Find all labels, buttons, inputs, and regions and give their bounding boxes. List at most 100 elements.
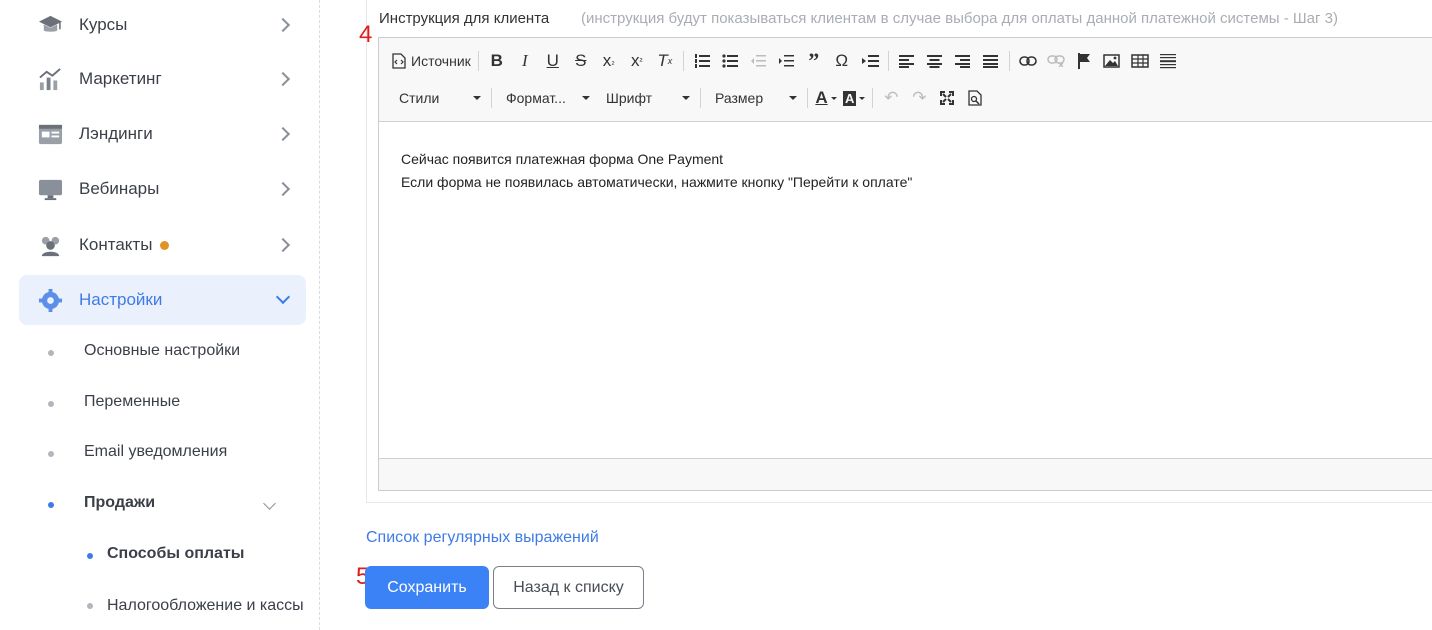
graduation-cap-icon — [38, 15, 63, 32]
toolbar-separator — [477, 51, 479, 71]
format-dropdown[interactable]: Формат... — [496, 85, 596, 111]
link-icon[interactable] — [1014, 48, 1042, 74]
chevron-right-icon — [275, 71, 291, 87]
sidebar-item-marketing[interactable]: Маркетинг — [19, 54, 306, 104]
sidebar-subitem-label: Налогообложение и кассы — [107, 597, 304, 614]
source-label: Источник — [411, 53, 471, 69]
remove-format-icon[interactable]: Tx — [651, 48, 679, 74]
format-label: Формат... — [506, 90, 566, 106]
superscript-icon[interactable]: x² — [623, 48, 651, 74]
sidebar-item-settings[interactable]: Настройки — [19, 275, 306, 325]
sidebar-item-label: Лэндинги — [79, 124, 153, 143]
sidebar-item-landings[interactable]: Лэндинги — [19, 109, 306, 159]
sidebar-subitem-sales[interactable]: Продажи — [0, 485, 320, 525]
table-icon[interactable] — [1126, 48, 1154, 74]
align-right-icon[interactable] — [949, 48, 977, 74]
users-icon — [41, 236, 60, 257]
chevron-right-icon — [275, 237, 291, 253]
save-button[interactable]: Сохранить — [365, 566, 489, 609]
redo-icon[interactable]: ↷ — [905, 85, 933, 111]
gear-icon — [38, 288, 63, 313]
bar-chart-icon — [39, 68, 61, 91]
back-to-list-button[interactable]: Назад к списку — [493, 566, 644, 609]
sidebar-subitem-label: Основные настройки — [84, 342, 241, 359]
sidebar-subitem-email[interactable]: Email уведомления — [0, 434, 320, 474]
align-center-icon[interactable] — [921, 48, 949, 74]
outdent-icon[interactable] — [744, 48, 772, 74]
numbered-list-icon[interactable] — [688, 48, 716, 74]
styles-dropdown[interactable]: Стили — [389, 85, 487, 111]
align-justify-icon[interactable] — [977, 48, 1005, 74]
italic-icon[interactable]: I — [511, 48, 539, 74]
editor-toolbar: Источник B I U S x₂ x² Tx ” Ω Стили Форм… — [379, 38, 1432, 122]
source-button[interactable]: Источник — [389, 48, 474, 74]
image-icon[interactable] — [1098, 48, 1126, 74]
bullet-icon — [48, 401, 54, 407]
unlink-icon[interactable] — [1042, 48, 1070, 74]
underline-icon[interactable]: U — [539, 48, 567, 74]
bullet-icon — [87, 603, 93, 609]
field-title: Инструкция для клиента — [379, 10, 550, 27]
sidebar-subitem-general[interactable]: Основные настройки — [0, 333, 320, 373]
sidebar-item-label: Курсы — [79, 15, 128, 34]
sidebar-subitem-label: Переменные — [84, 393, 181, 410]
indent-icon[interactable] — [772, 48, 800, 74]
font-label: Шрифт — [606, 90, 653, 106]
sidebar-subitem-payment-methods[interactable]: Способы оплаты — [0, 536, 320, 576]
preview-icon[interactable] — [961, 85, 989, 111]
annotation-step-4: 4 — [359, 21, 373, 48]
font-dropdown[interactable]: Шрифт — [596, 85, 696, 111]
field-hint: (инструкция будут показываться клиентам … — [581, 10, 1338, 27]
rich-text-editor[interactable]: Источник B I U S x₂ x² Tx ” Ω Стили Форм… — [378, 37, 1432, 491]
div-container-icon[interactable] — [856, 48, 884, 74]
sidebar-item-webinars[interactable]: Вебинары — [19, 164, 306, 214]
toolbar-separator — [807, 88, 808, 108]
landing-page-icon — [38, 124, 63, 145]
horizontal-rule-icon[interactable] — [1154, 48, 1182, 74]
dropdown-arrow-icon — [473, 96, 481, 100]
toolbar-separator — [491, 88, 492, 108]
notification-dot — [160, 241, 170, 251]
editor-content[interactable]: Сейчас появится платежная форма One Paym… — [401, 148, 912, 194]
dropdown-arrow-icon — [582, 96, 590, 100]
chevron-right-icon — [275, 126, 291, 142]
sidebar-item-label: Настройки — [79, 290, 163, 309]
background-color-icon[interactable]: A — [840, 85, 868, 111]
editor-statusbar — [379, 458, 1432, 490]
chevron-down-icon — [263, 497, 276, 510]
regex-list-link[interactable]: Список регулярных выражений — [366, 529, 599, 547]
toolbar-separator — [872, 88, 874, 108]
size-dropdown[interactable]: Размер — [705, 85, 803, 111]
sidebar-subitem-taxation[interactable]: Налогообложение и кассы — [0, 586, 320, 626]
sidebar-item-label: Вебинары — [79, 179, 160, 198]
sidebar-item-contacts[interactable]: Контакты — [19, 220, 306, 270]
text-color-icon[interactable]: A — [812, 85, 840, 111]
sidebar-subitem-variables[interactable]: Переменные — [0, 384, 320, 424]
toolbar-separator — [682, 51, 684, 71]
monitor-icon — [38, 179, 63, 201]
strikethrough-icon[interactable]: S — [567, 48, 595, 74]
editor-line: Сейчас появится платежная форма One Paym… — [401, 151, 724, 167]
size-label: Размер — [715, 90, 764, 106]
bulleted-list-icon[interactable] — [716, 48, 744, 74]
maximize-icon[interactable] — [933, 85, 961, 111]
sidebar-subitem-label: Email уведомления — [84, 443, 228, 460]
bold-icon[interactable]: B — [483, 48, 511, 74]
undo-icon[interactable]: ↶ — [877, 85, 905, 111]
sidebar-item-courses[interactable]: Курсы — [19, 0, 306, 50]
subscript-icon[interactable]: x₂ — [595, 48, 623, 74]
bullet-icon — [48, 451, 54, 457]
toolbar-separator — [1008, 51, 1010, 71]
contacts-label: Контакты — [79, 235, 153, 254]
toolbar-row-1: Источник B I U S x₂ x² Tx ” Ω — [389, 46, 1182, 76]
blockquote-icon[interactable]: ” — [800, 48, 828, 74]
bullet-icon — [48, 350, 54, 356]
chevron-down-icon — [275, 289, 291, 305]
align-left-icon[interactable] — [893, 48, 921, 74]
special-char-icon[interactable]: Ω — [828, 48, 856, 74]
toolbar-row-2: Стили Формат... Шрифт Размер A A ↶ ↷ — [389, 83, 989, 113]
anchor-flag-icon[interactable] — [1070, 48, 1098, 74]
toolbar-separator — [887, 51, 889, 71]
sidebar-item-label: Контакты — [79, 235, 170, 255]
sidebar-subitem-label: Продажи — [84, 494, 156, 511]
